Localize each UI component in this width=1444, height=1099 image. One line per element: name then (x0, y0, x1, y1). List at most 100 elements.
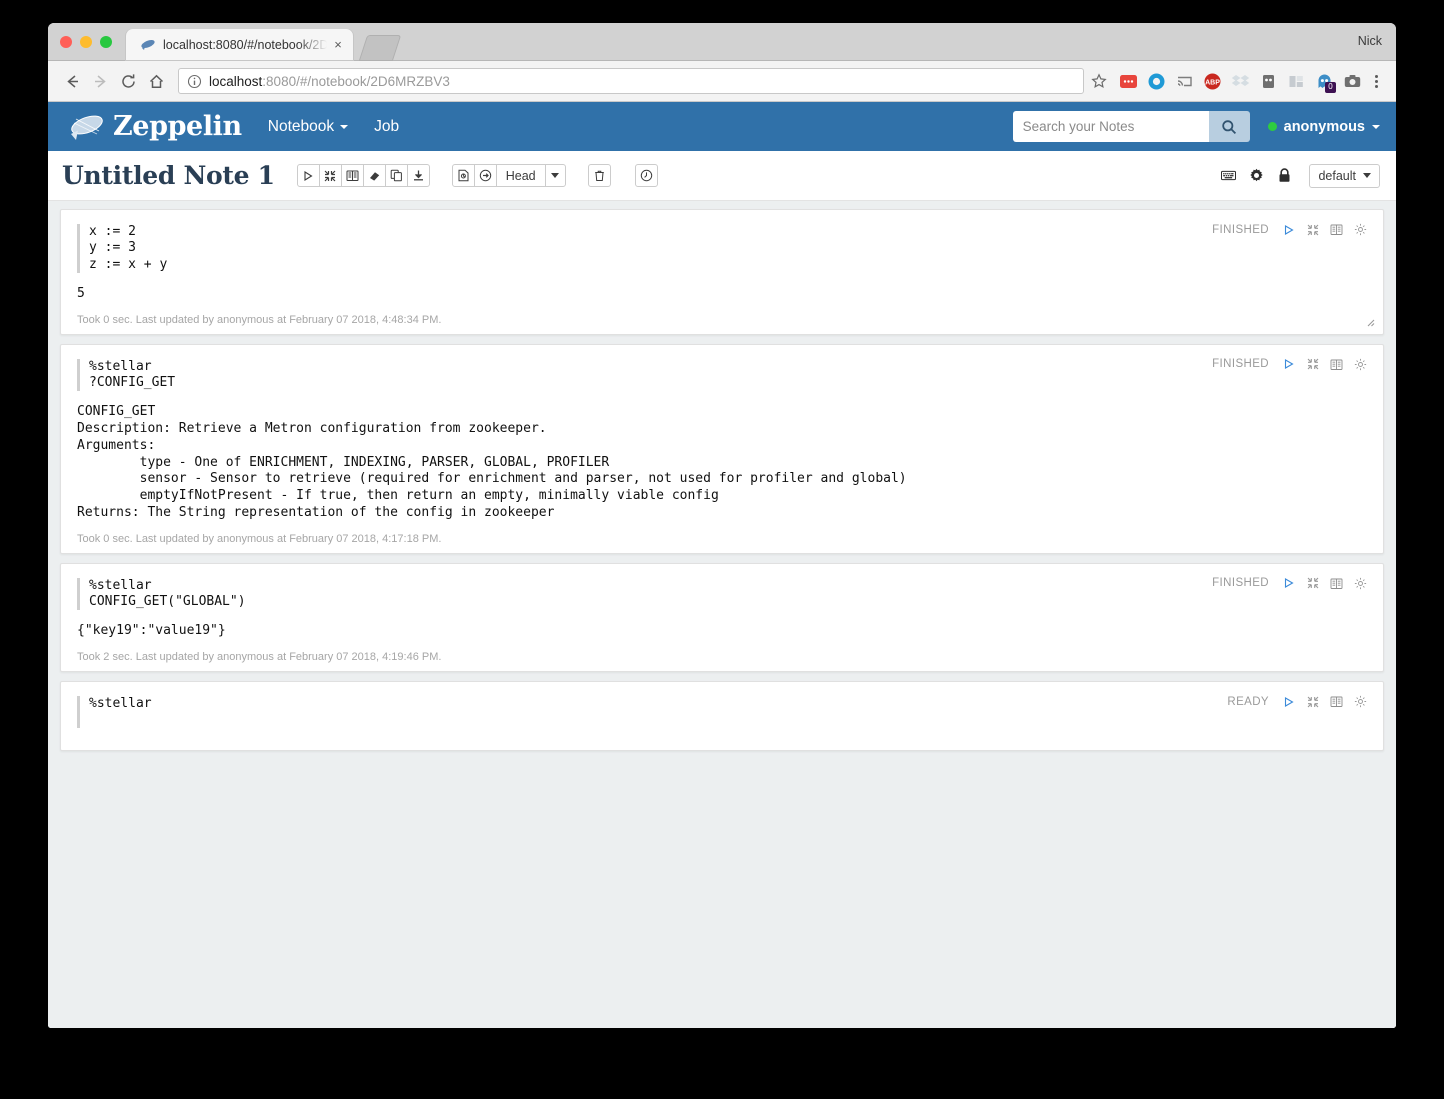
user-menu[interactable]: anonymous (1267, 119, 1380, 135)
paragraph-code[interactable]: %stellar ?CONFIG_GET (77, 358, 1367, 392)
export-note-button[interactable] (406, 164, 430, 187)
note-search (1012, 111, 1250, 142)
collapse-paragraph-button[interactable] (1305, 222, 1320, 237)
note-delete-group (587, 164, 611, 187)
screenshot-extension-icon[interactable] (1338, 67, 1366, 95)
paragraph-footer: Took 0 sec. Last updated by anonymous at… (77, 313, 442, 326)
chevron-down-icon (1363, 173, 1371, 178)
nav-item-job[interactable]: Job (374, 118, 399, 136)
maximize-window-button[interactable] (100, 36, 112, 48)
abp-extension-icon[interactable]: ABP (1198, 67, 1226, 95)
status-badge: READY (1227, 695, 1269, 708)
paragraph[interactable]: %stellar READY (60, 681, 1384, 752)
run-paragraph-button[interactable] (1281, 222, 1296, 237)
show-hide-paragraph-code-button[interactable] (1329, 357, 1344, 372)
paragraph-footer: Took 2 sec. Last updated by anonymous at… (77, 651, 442, 664)
collapse-paragraph-button[interactable] (1305, 357, 1320, 372)
browser-tab[interactable]: localhost:8080/#/notebook/2D × (126, 29, 353, 61)
home-button[interactable] (142, 67, 170, 95)
opera-extension-icon[interactable] (1142, 67, 1170, 95)
paragraph-controls: FINISHED (1212, 222, 1368, 237)
connection-status-dot (1267, 122, 1277, 131)
show-hide-code-button[interactable] (340, 164, 364, 187)
browser-tab-strip: localhost:8080/#/notebook/2D × Nick (48, 23, 1396, 61)
close-window-button[interactable] (60, 36, 72, 48)
note-run-button-group (296, 164, 430, 187)
zeppelin-nav-links: Notebook Job (268, 118, 399, 136)
chevron-down-icon (340, 124, 349, 129)
paragraph-settings-gear-icon[interactable] (1353, 222, 1368, 237)
schedule-cron-button[interactable] (634, 164, 658, 187)
search-input[interactable] (1012, 111, 1209, 142)
run-all-paragraphs-button[interactable] (296, 164, 320, 187)
interpreter-binding-dropdown[interactable]: default (1309, 163, 1380, 188)
show-hide-paragraph-code-button[interactable] (1329, 222, 1344, 237)
forward-button (86, 67, 114, 95)
page-title[interactable]: Untitled Note 1 (62, 161, 275, 190)
search-button[interactable] (1208, 111, 1250, 142)
paragraph-settings-gear-icon[interactable] (1353, 694, 1368, 709)
back-button[interactable] (58, 67, 86, 95)
commit-button[interactable] (451, 164, 475, 187)
zeppelin-brand[interactable]: Zeppelin (66, 111, 242, 142)
ghostery-extension-icon[interactable]: 0 (1310, 67, 1338, 95)
paragraph-code[interactable]: x := 2 y := 3 z := x + y (77, 224, 1367, 273)
revision-dropdown-button[interactable] (544, 164, 566, 187)
chevron-down-icon (1372, 124, 1380, 129)
minimize-window-button[interactable] (80, 36, 92, 48)
note-settings-gear-icon[interactable] (1249, 168, 1264, 183)
collapse-paragraph-button[interactable] (1305, 694, 1320, 709)
paragraph-code[interactable]: %stellar (77, 696, 1367, 729)
paragraph-settings-gear-icon[interactable] (1353, 576, 1368, 591)
paragraph-code[interactable]: %stellar CONFIG_GET("GLOBAL") (77, 577, 1367, 611)
grid-extension-icon[interactable] (1282, 67, 1310, 95)
site-info-icon[interactable] (187, 74, 202, 89)
chevron-down-icon (551, 173, 560, 178)
clone-note-button[interactable] (384, 164, 408, 187)
collapse-paragraph-button[interactable] (1305, 576, 1320, 591)
interpreter-binding-label: default (1318, 168, 1356, 183)
browser-menu-button[interactable] (1366, 74, 1386, 88)
bookmark-star-icon[interactable] (1090, 73, 1108, 89)
close-tab-button[interactable]: × (331, 38, 345, 52)
collapse-all-button[interactable] (318, 164, 342, 187)
browser-extensions: ABP 0 (1108, 67, 1386, 95)
browser-profile-name[interactable]: Nick (1358, 34, 1382, 48)
url-path: :8080/#/notebook/2D6MRZBV3 (262, 73, 450, 89)
note-version-control-group: Head (451, 164, 566, 187)
new-tab-button[interactable] (358, 35, 402, 61)
run-paragraph-button[interactable] (1281, 576, 1296, 591)
paragraph-settings-gear-icon[interactable] (1353, 357, 1368, 372)
show-hide-paragraph-code-button[interactable] (1329, 694, 1344, 709)
paragraph[interactable]: x := 2 y := 3 z := x + y 5 Took 0 sec. L… (60, 209, 1384, 335)
delete-note-button[interactable] (587, 164, 611, 187)
run-paragraph-button[interactable] (1281, 694, 1296, 709)
keyboard-shortcuts-icon[interactable] (1221, 168, 1237, 183)
paragraph[interactable]: %stellar CONFIG_GET("GLOBAL") {"key19":"… (60, 562, 1384, 673)
zeppelin-navbar: Zeppelin Notebook Job Search your Notes … (48, 102, 1396, 151)
note-permissions-lock-icon[interactable] (1277, 168, 1292, 183)
note-schedule-group (634, 164, 658, 187)
browser-tab-title: localhost:8080/#/notebook/2D (163, 38, 327, 52)
paragraph-footer: Took 0 sec. Last updated by anonymous at… (77, 532, 442, 545)
zeppelin-logo-icon (66, 112, 106, 142)
clear-output-button[interactable] (362, 164, 386, 187)
zeppelin-favicon-icon (140, 37, 156, 53)
paragraph-resize-handle[interactable] (1363, 314, 1375, 327)
run-paragraph-button[interactable] (1281, 357, 1296, 372)
revision-label[interactable]: Head (495, 164, 546, 187)
cast-icon[interactable] (1170, 67, 1198, 95)
dropbox-extension-icon[interactable] (1226, 67, 1254, 95)
set-revision-button[interactable] (473, 164, 497, 187)
note-right-tools: default (1221, 163, 1380, 188)
address-bar[interactable]: localhost:8080/#/notebook/2D6MRZBV3 (178, 68, 1084, 94)
adblock-extension-icon[interactable] (1114, 67, 1142, 95)
paragraph[interactable]: %stellar ?CONFIG_GET CONFIG_GET Descript… (60, 343, 1384, 554)
nav-item-job-label: Job (374, 117, 400, 135)
nav-item-notebook[interactable]: Notebook (268, 118, 349, 136)
reload-button[interactable] (114, 67, 142, 95)
status-badge: FINISHED (1212, 358, 1269, 371)
status-badge: FINISHED (1212, 577, 1269, 590)
show-hide-paragraph-code-button[interactable] (1329, 576, 1344, 591)
lastpass-extension-icon[interactable] (1254, 67, 1282, 95)
